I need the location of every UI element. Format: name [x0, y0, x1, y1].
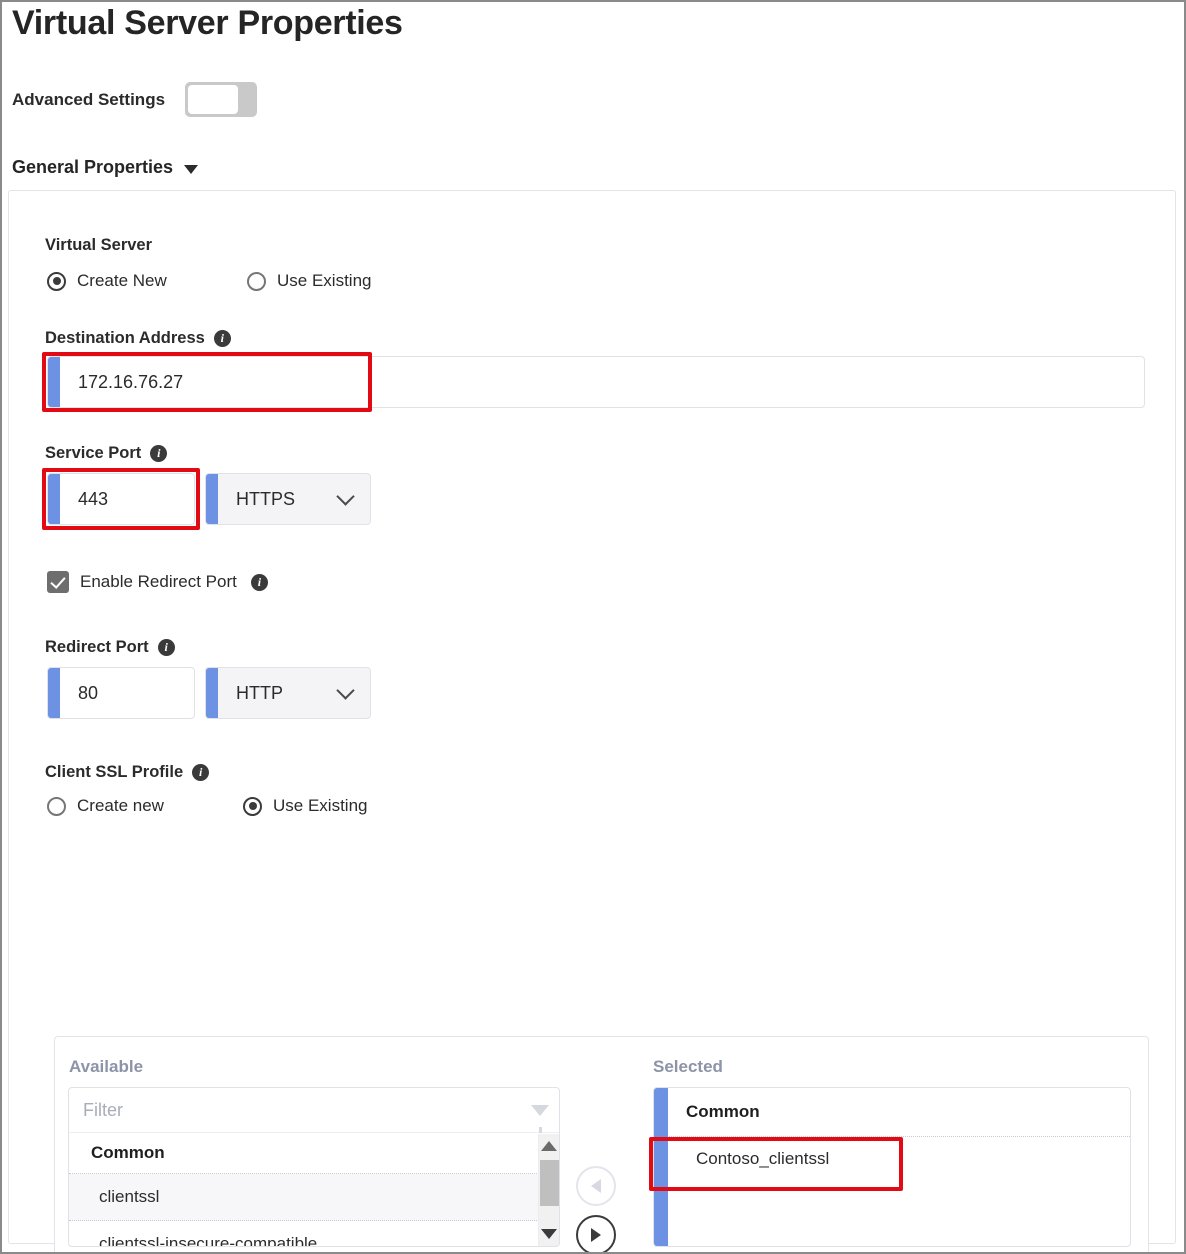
service-port-value: 443 — [78, 488, 109, 509]
client-ssl-profile-selector: Available Filter Common clientssl client… — [54, 1036, 1149, 1252]
move-right-button[interactable] — [576, 1215, 616, 1252]
radio-icon — [47, 271, 66, 291]
selected-listbox[interactable]: Common Contoso_clientssl — [653, 1087, 1131, 1247]
radio-icon — [47, 796, 66, 816]
required-indicator-bar — [206, 668, 218, 718]
required-indicator-bar — [48, 357, 60, 407]
checkbox-icon — [47, 571, 69, 593]
required-indicator-bar — [48, 474, 60, 524]
info-icon[interactable]: i — [250, 573, 268, 591]
toggle-knob — [188, 85, 239, 114]
general-properties-panel: Virtual Server Create New Use Existing D… — [8, 190, 1176, 1252]
virtual-server-radio-use-existing[interactable]: Use Existing — [247, 271, 371, 291]
destination-address-label: Destination Address i — [45, 329, 231, 348]
redirect-port-label: Redirect Port i — [45, 638, 175, 657]
service-port-input[interactable]: 443 — [47, 473, 195, 525]
funnel-icon[interactable] — [531, 1104, 549, 1133]
chevron-down-icon — [184, 165, 199, 174]
available-filter-row[interactable]: Filter — [69, 1088, 559, 1133]
virtual-server-radio-create-new[interactable]: Create New — [47, 271, 167, 291]
info-icon[interactable]: i — [192, 764, 210, 781]
virtual-server-label: Virtual Server — [45, 236, 153, 254]
filter-input[interactable]: Filter — [83, 1100, 531, 1121]
client-ssl-create-new-label: Create new — [77, 796, 164, 815]
required-indicator-bar — [48, 668, 60, 718]
radio-icon — [243, 796, 262, 816]
list-item[interactable]: clientssl-insecure-compatible — [69, 1221, 559, 1246]
client-ssl-radio-create-new[interactable]: Create new — [47, 796, 164, 816]
list-item[interactable]: Contoso_clientssl — [654, 1137, 1130, 1181]
enable-redirect-port-label: Enable Redirect Port — [80, 572, 237, 591]
general-properties-label: General Properties — [12, 157, 174, 177]
required-indicator-bar — [654, 1088, 668, 1246]
virtual-server-properties-screen: Virtual Server Properties Advanced Setti… — [0, 0, 1186, 1254]
available-column-header: Available — [69, 1057, 144, 1076]
info-icon[interactable]: i — [213, 330, 231, 347]
scrollbar-thumb[interactable] — [540, 1160, 559, 1206]
triangle-left-icon — [591, 1179, 601, 1193]
virtual-server-use-existing-label: Use Existing — [277, 271, 372, 290]
redirect-port-input[interactable]: 80 — [47, 667, 195, 719]
service-port-protocol-select[interactable]: HTTPS — [205, 473, 371, 525]
available-group-header: Common — [69, 1133, 559, 1174]
client-ssl-use-existing-label: Use Existing — [273, 796, 368, 815]
radio-icon — [247, 271, 266, 291]
scroll-down-arrow-icon[interactable] — [541, 1229, 557, 1239]
selected-group-header: Common — [654, 1088, 1130, 1137]
destination-address-input[interactable]: 172.16.76.27 — [47, 356, 1145, 408]
general-properties-header[interactable]: General Properties — [12, 157, 199, 178]
required-indicator-bar — [206, 474, 218, 524]
info-icon[interactable]: i — [150, 445, 168, 462]
advanced-settings-label: Advanced Settings — [12, 89, 166, 109]
destination-address-value: 172.16.76.27 — [78, 371, 184, 392]
virtual-server-create-new-label: Create New — [77, 271, 167, 290]
info-icon[interactable]: i — [157, 639, 175, 656]
enable-redirect-port-checkbox[interactable]: Enable Redirect Port i — [47, 571, 268, 593]
service-port-protocol-value: HTTPS — [236, 488, 296, 509]
advanced-settings-toggle[interactable] — [185, 82, 258, 117]
list-item[interactable]: clientssl — [69, 1174, 559, 1221]
chevron-down-icon — [336, 486, 355, 506]
client-ssl-radio-use-existing[interactable]: Use Existing — [243, 796, 367, 816]
service-port-label: Service Port i — [45, 444, 168, 463]
redirect-port-value: 80 — [78, 682, 99, 703]
redirect-port-protocol-select[interactable]: HTTP — [205, 667, 371, 719]
page-title: Virtual Server Properties — [12, 4, 403, 42]
chevron-down-icon — [336, 680, 355, 700]
move-left-button[interactable] — [576, 1166, 616, 1206]
advanced-settings-row: Advanced Settings — [12, 82, 258, 117]
triangle-right-icon — [591, 1228, 601, 1242]
redirect-port-protocol-value: HTTP — [236, 682, 283, 703]
available-scrollbar[interactable] — [538, 1134, 559, 1246]
client-ssl-profile-label: Client SSL Profile i — [45, 763, 210, 782]
available-listbox[interactable]: Filter Common clientssl clientssl-insecu… — [68, 1087, 560, 1247]
selected-column-header: Selected — [653, 1057, 723, 1076]
scroll-up-arrow-icon[interactable] — [541, 1141, 557, 1151]
